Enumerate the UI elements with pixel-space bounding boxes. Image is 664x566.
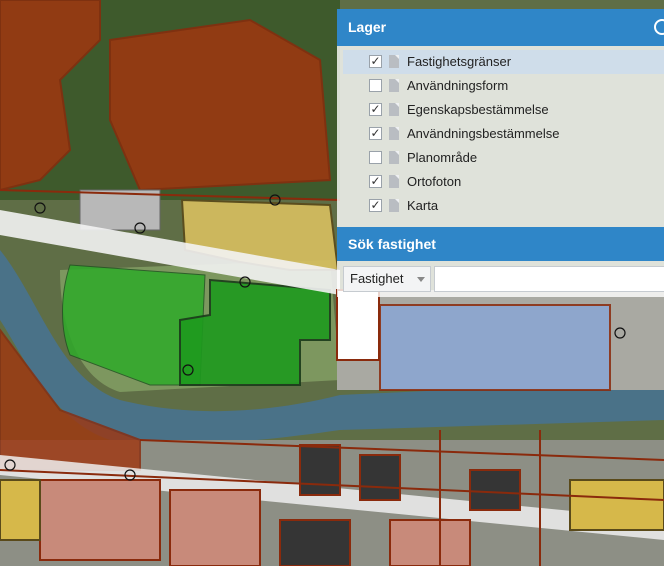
- layer-label: Ortofoton: [407, 174, 462, 189]
- document-icon: [389, 55, 399, 68]
- layer-item[interactable]: ✓ Fastighetsgränser: [343, 50, 664, 74]
- checkbox-checked[interactable]: ✓: [369, 175, 382, 188]
- layer-label: Fastighetsgränser: [407, 54, 512, 69]
- checkbox-unchecked[interactable]: [369, 79, 382, 92]
- chevron-down-icon: [417, 277, 425, 282]
- search-title: Sök fastighet: [348, 236, 436, 252]
- layer-label: Planområde: [407, 150, 478, 165]
- layer-list: ✓ Fastighetsgränser Användningsform ✓ Egensk…: [337, 46, 664, 227]
- search-input[interactable]: [434, 266, 664, 292]
- document-icon: [389, 151, 399, 164]
- zone-gray: [79, 189, 161, 231]
- parcel-white: [336, 289, 380, 361]
- layer-item[interactable]: ✓ Egenskapsbestämmelse: [343, 98, 664, 122]
- search-type-select[interactable]: Fastighet: [343, 266, 431, 292]
- document-icon: [389, 127, 399, 140]
- checkbox-checked[interactable]: ✓: [369, 55, 382, 68]
- layer-panel: Lager ✓ Fastighetsgränser Användningsform ✓…: [337, 9, 664, 297]
- search-area: Fastighet: [337, 261, 664, 297]
- document-icon: [389, 79, 399, 92]
- layer-item[interactable]: ✓ Användningsbestämmelse: [343, 122, 664, 146]
- checkbox-checked[interactable]: ✓: [369, 103, 382, 116]
- document-icon: [389, 103, 399, 116]
- layer-label: Användningsbestämmelse: [407, 126, 560, 141]
- checkbox-checked[interactable]: ✓: [369, 127, 382, 140]
- document-icon: [389, 175, 399, 188]
- layer-item[interactable]: Användningsform: [343, 74, 664, 98]
- search-type-value: Fastighet: [350, 271, 404, 286]
- zone-blue: [379, 304, 611, 391]
- layer-label: Användningsform: [407, 78, 509, 93]
- checkbox-checked[interactable]: ✓: [369, 199, 382, 212]
- layer-label: Karta: [407, 198, 439, 213]
- checkbox-unchecked[interactable]: [369, 151, 382, 164]
- layer-item[interactable]: ✓ Ortofoton: [343, 170, 664, 194]
- layer-item[interactable]: ✓ Karta: [343, 194, 664, 218]
- layer-label: Egenskapsbestämmelse: [407, 102, 549, 117]
- add-icon[interactable]: [654, 19, 664, 35]
- layers-header: Lager: [337, 9, 664, 46]
- layers-title: Lager: [348, 19, 387, 35]
- search-header: Sök fastighet: [337, 227, 664, 261]
- document-icon: [389, 199, 399, 212]
- layer-item[interactable]: Planområde: [343, 146, 664, 170]
